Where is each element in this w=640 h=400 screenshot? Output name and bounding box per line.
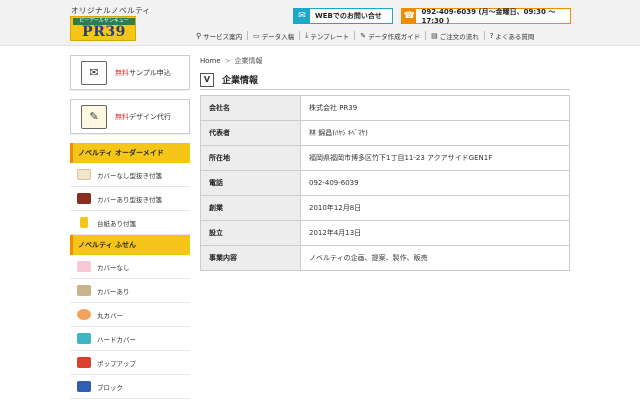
- breadcrumb: Home > 企業情報: [200, 56, 263, 66]
- pin-icon: ⚲: [196, 31, 202, 40]
- design-icon: ✎: [81, 104, 107, 129]
- free-sample-text: 無料サンプル申込: [115, 68, 171, 77]
- row-value: 福岡県福岡市博多区竹下1丁目11-23 アクアサイドGEN1F: [300, 145, 570, 171]
- row-value: ノベルティの企画、提案、製作、販売: [300, 245, 570, 271]
- product-thumbnail: [77, 169, 91, 180]
- row-key: 所在地: [200, 145, 301, 171]
- free-sample-card[interactable]: ✉ 無料サンプル申込: [70, 55, 190, 90]
- table-row: 設立 2012年4月13日: [200, 220, 570, 246]
- table-row: 代表者林 錦昌(ﾊﾔｼ ｷﾍﾞﾏｻ): [200, 120, 570, 146]
- phone-contact-button[interactable]: ☎ 092-409-6039 (月〜金曜日、09:30 〜 17:30 ): [401, 8, 571, 25]
- product-thumbnail: [77, 357, 91, 368]
- product-thumbnail: [77, 333, 91, 344]
- phone-icon: ☎: [402, 9, 417, 23]
- web-contact-button[interactable]: ✉ WEBでのお問い合せ: [293, 8, 393, 24]
- table-row: 事業内容 ノベルティの企画、提案、製作、販売: [200, 245, 570, 271]
- sidebar-item-block[interactable]: ブロック: [70, 375, 190, 399]
- question-icon: ?: [489, 31, 494, 40]
- company-info-table: 会社名 株式会社 PR39 代表者林 錦昌(ﾊﾔｼ ｷﾍﾞﾏｻ) 所在地 福岡県福岡…: [200, 95, 570, 271]
- page-title-text: 企業情報: [222, 76, 259, 86]
- product-thumbnail: [77, 381, 91, 392]
- product-thumbnail: [77, 309, 91, 320]
- sidebar-item-hard-cover[interactable]: ハードカバー: [70, 327, 190, 351]
- site-logo[interactable]: ピーアールサンキュー PR39: [70, 16, 136, 41]
- breadcrumb-home-link[interactable]: Home: [200, 57, 221, 65]
- nav-item-order-flow[interactable]: ▤ ご注文の流れ: [425, 31, 484, 41]
- mail-icon: ✉: [294, 9, 310, 23]
- nav-item-data-upload[interactable]: ▭ データ入稿: [247, 31, 299, 41]
- nav-item-service[interactable]: ⚲ サービス案内: [196, 31, 247, 41]
- sidebar-item-backing-sticky[interactable]: 台紙あり付箋: [70, 211, 190, 235]
- row-value: 2012年4月13日: [300, 220, 570, 246]
- row-key: 事業内容: [200, 245, 301, 271]
- envelope-icon: ✉: [81, 60, 107, 85]
- download-icon: ⤓: [305, 31, 309, 39]
- product-thumbnail: [77, 193, 91, 204]
- site-header: オリジナルノベルティ ピーアールサンキュー PR39 ✉ WEBでのお問い合せ …: [0, 0, 640, 46]
- sidebar-item-no-cover[interactable]: カバーなし: [70, 255, 190, 279]
- vs-icon: V: [200, 72, 214, 87]
- category-heading-sticky: ノベルティ ふせん: [70, 235, 190, 255]
- row-key: 創業: [200, 195, 301, 221]
- logo-text: PR39: [82, 24, 126, 40]
- table-row: 会社名 株式会社 PR39: [200, 95, 570, 121]
- product-thumbnail: [77, 261, 91, 272]
- top-navigation: ⚲ サービス案内 ▭ データ入稿 ⤓ テンプレート ✎ データ作成ガイド ▤ ご注文の流れ…: [196, 31, 540, 41]
- folder-icon: ▭: [253, 31, 260, 40]
- breadcrumb-separator: >: [224, 57, 231, 65]
- pencil-icon: ✎: [360, 31, 367, 40]
- free-design-card[interactable]: ✎ 無料デザイン代行: [70, 99, 190, 134]
- row-key: 会社名: [200, 95, 301, 121]
- free-design-text: 無料デザイン代行: [115, 112, 171, 121]
- breadcrumb-current: 企業情報: [234, 57, 263, 65]
- row-value: 株式会社 PR39: [300, 95, 570, 121]
- clipboard-icon: ▤: [431, 31, 438, 40]
- table-row: 電話 092-409-6039: [200, 170, 570, 196]
- sidebar-item-no-cover-die-cut[interactable]: カバーなし型抜き付箋: [70, 163, 190, 187]
- sidebar-item-round-cover[interactable]: 丸カバー: [70, 303, 190, 327]
- table-row: 創業 2010年12月8日: [200, 195, 570, 221]
- nav-item-faq[interactable]: ? よくある質問: [483, 31, 540, 41]
- phone-contact-label: 092-409-6039 (月〜金曜日、09:30 〜 17:30 ): [421, 8, 556, 25]
- row-value: 林 錦昌(ﾊﾔｼ ｷﾍﾞﾏｻ): [300, 120, 570, 146]
- table-row: 所在地 福岡県福岡市博多区竹下1丁目11-23 アクアサイドGEN1F: [200, 145, 570, 171]
- row-value: 2010年12月8日: [300, 195, 570, 221]
- sidebar-item-cover-die-cut[interactable]: カバーあり型抜き付箋: [70, 187, 190, 211]
- sidebar-item-cover[interactable]: カバーあり: [70, 279, 190, 303]
- nav-item-template[interactable]: ⤓ テンプレート: [299, 31, 354, 41]
- row-key: 電話: [200, 170, 301, 196]
- product-thumbnail: [77, 285, 91, 296]
- row-key: 代表者: [200, 120, 301, 146]
- row-key: 設立: [200, 220, 301, 246]
- sidebar: ✉ 無料サンプル申込 ✎ 無料デザイン代行 ノベルティ オーダーメイド カバーな…: [70, 55, 190, 399]
- nav-item-guide[interactable]: ✎ データ作成ガイド: [354, 31, 425, 41]
- logo-tagline: オリジナルノベルティ: [71, 6, 151, 15]
- web-contact-label: WEBでのお問い合せ: [315, 12, 382, 20]
- category-heading-ordermade: ノベルティ オーダーメイド: [70, 143, 190, 163]
- sidebar-item-popup[interactable]: ポップアップ: [70, 351, 190, 375]
- product-thumbnail: [80, 217, 88, 228]
- page-title: V 企業情報: [200, 70, 570, 90]
- row-value: 092-409-6039: [300, 170, 570, 196]
